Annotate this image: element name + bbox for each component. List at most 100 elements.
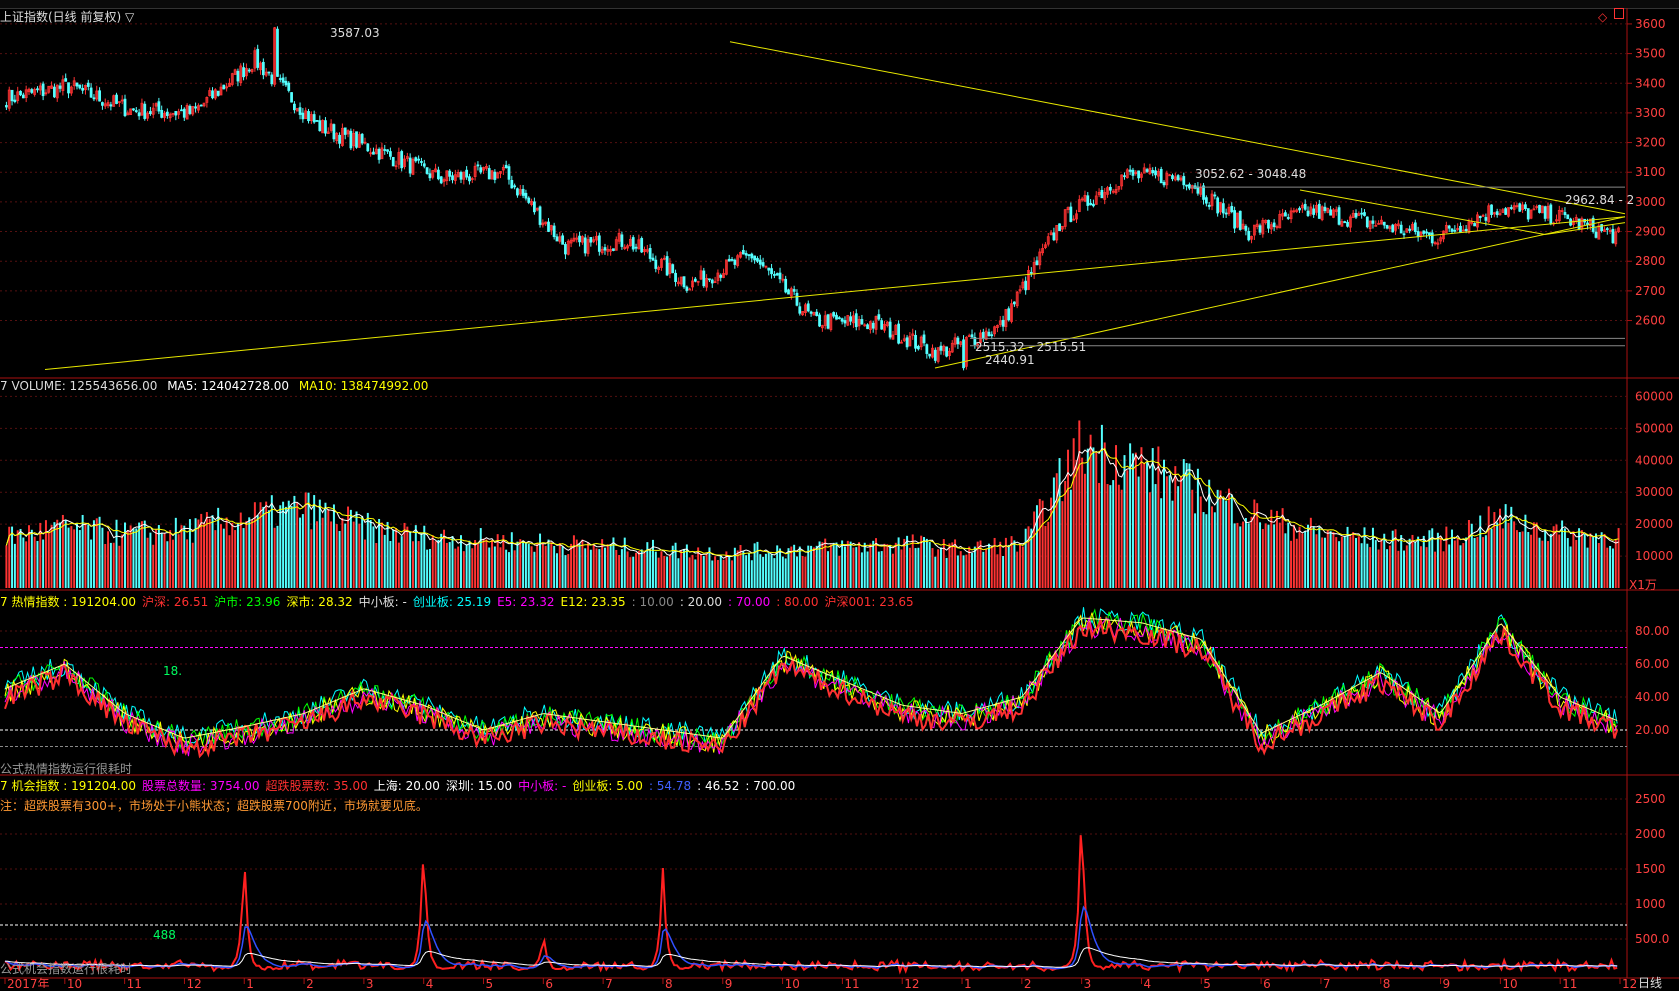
- y-tick-label: 40000: [1635, 453, 1673, 467]
- candle-body: [1495, 211, 1499, 215]
- trend-line: [44, 216, 1626, 370]
- volume-bar: [488, 547, 491, 588]
- volume-bar: [177, 534, 180, 588]
- heat-header-item: : 80.00: [776, 595, 819, 609]
- candle-body: [835, 314, 838, 320]
- chance-note-line: 注：超跌股票有300+，市场处于小熊状态；超跌股票700附近，市场就要见底。: [0, 799, 428, 813]
- x-tick-label: 6: [1263, 977, 1271, 988]
- volume-bar: [1050, 497, 1053, 588]
- volume-bar: [541, 543, 544, 588]
- volume-bar: [1058, 458, 1061, 588]
- volume-bar: [1137, 476, 1140, 588]
- candle-body: [1052, 232, 1056, 241]
- volume-bar: [248, 517, 251, 588]
- volume-bar: [211, 515, 214, 588]
- x-tick-label: 8: [665, 977, 673, 988]
- volume-bar: [383, 534, 386, 588]
- volume-bar: [1239, 526, 1242, 588]
- volume-bar: [304, 492, 307, 588]
- candle-body: [1213, 194, 1217, 197]
- volume-ma5: MA5: 124042728.00: [167, 379, 290, 393]
- diamond-icon[interactable]: ◇: [1598, 10, 1607, 24]
- volume-bar: [812, 547, 815, 588]
- candle-body: [578, 235, 581, 243]
- volume-bar: [47, 532, 50, 588]
- candle-body: [888, 321, 892, 338]
- volume-bar: [719, 554, 722, 588]
- volume-bar: [245, 521, 248, 588]
- volume-bar: [1484, 535, 1487, 588]
- volume-bar: [1490, 528, 1493, 588]
- volume-bar: [863, 542, 866, 588]
- volume-bar: [1459, 545, 1462, 588]
- volume-bar: [572, 535, 575, 588]
- volume-bar: [143, 520, 146, 588]
- candle-body: [1207, 204, 1211, 207]
- volume-bar: [832, 542, 835, 588]
- volume-bar: [301, 514, 304, 588]
- volume-bar: [722, 559, 725, 588]
- volume-bar: [804, 556, 807, 588]
- volume-bar: [513, 550, 516, 588]
- volume-bar: [939, 547, 942, 588]
- volume-bar: [358, 523, 361, 588]
- chance-header-item: 中小板: -: [518, 779, 567, 793]
- candle-body: [211, 90, 214, 99]
- volume-bar: [330, 521, 333, 588]
- candle-body: [651, 257, 655, 261]
- chance-header-item: 超跌股票数: 35.00: [265, 779, 368, 793]
- chance-header-item: 深圳: 15.00: [445, 779, 513, 793]
- volume-bar: [731, 560, 734, 588]
- candle-body: [815, 311, 819, 316]
- volume-bar: [1067, 449, 1070, 588]
- candle-body: [583, 237, 587, 254]
- volume-bar: [680, 550, 683, 588]
- candle-body: [897, 323, 901, 344]
- volume-bar: [1360, 543, 1363, 588]
- heat-header-item: 7 热情指数 : 191204.00: [0, 595, 137, 609]
- candle-body: [1543, 206, 1547, 219]
- volume-bar: [1513, 521, 1516, 588]
- chance-header-item: : 54.78: [648, 779, 692, 793]
- candle-body: [747, 254, 751, 257]
- candle-body: [1504, 208, 1508, 215]
- volume-bar: [1261, 529, 1264, 588]
- volume-bar: [620, 549, 623, 588]
- candle-body: [1221, 203, 1225, 214]
- volume-bar: [770, 553, 773, 588]
- candle-body: [349, 130, 353, 149]
- volume-bar: [454, 548, 457, 588]
- candle-body: [132, 108, 135, 111]
- volume-bar: [502, 535, 505, 588]
- candle-body: [109, 104, 113, 107]
- volume-bar: [1250, 516, 1253, 588]
- volume-bar: [1369, 547, 1372, 588]
- candle-body: [459, 172, 463, 180]
- x-tick-label: 12: [1622, 977, 1637, 988]
- candle-body: [597, 235, 601, 252]
- volume-bar: [372, 526, 375, 588]
- window-restore-icon[interactable]: [1614, 8, 1624, 19]
- volume-bar: [1558, 534, 1561, 588]
- period-label[interactable]: 日线: [1638, 974, 1662, 991]
- candle-body: [744, 253, 748, 256]
- volume-bar: [1312, 526, 1315, 588]
- candle-body: [1524, 204, 1527, 209]
- volume-bar: [482, 538, 485, 588]
- candle-body: [67, 82, 70, 94]
- heat-series-line: [4, 612, 1618, 753]
- volume-bar: [767, 552, 770, 588]
- candle-body: [465, 169, 469, 178]
- x-tick-label: 12: [904, 977, 919, 988]
- volume-bar: [688, 557, 691, 588]
- volume-bar: [411, 541, 414, 588]
- volume-bar: [135, 528, 138, 588]
- candle-body: [854, 313, 858, 328]
- volume-bar: [338, 531, 341, 588]
- volume-bar: [1600, 532, 1603, 588]
- y-tick-label: 500.0: [1635, 932, 1669, 946]
- volume-bar: [550, 542, 553, 588]
- volume-bar: [1230, 494, 1233, 588]
- volume-bar: [505, 549, 508, 588]
- volume-bar: [891, 553, 894, 588]
